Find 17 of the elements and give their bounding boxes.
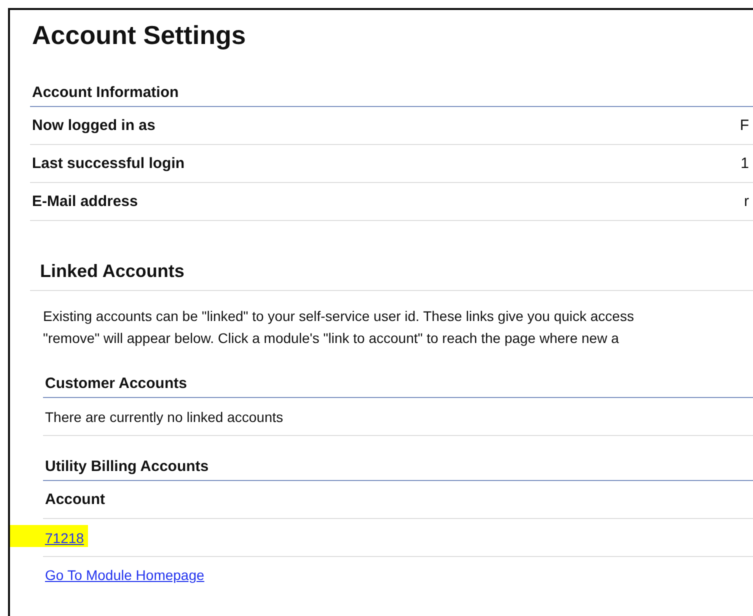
module-homepage-link[interactable]: Go To Module Homepage [45,567,204,583]
empty-message: There are currently no linked accounts [45,408,284,424]
page-title: Account Settings [32,20,247,52]
subsection-heading: Utility Billing Accounts [43,436,753,481]
column-header: Account [45,491,105,508]
field-label: Last successful login [32,155,185,172]
field-value: F [740,117,749,134]
subsection-heading: Customer Accounts [43,353,753,398]
description-text: "remove" will appear below. Click a module's "link to account" to reach the page where new a [43,329,620,348]
account-link[interactable]: 71218 [45,530,84,546]
field-label: E-Mail address [32,193,138,210]
section-heading: Account Information [30,60,753,107]
description-text: Existing accounts can be "linked" to your self-service user id. These links give you quick access [43,307,635,326]
field-value: 1 [740,155,749,172]
field-value: r [744,193,749,210]
field-label: Now logged in as [32,117,156,134]
section-heading: Linked Accounts [30,221,753,291]
